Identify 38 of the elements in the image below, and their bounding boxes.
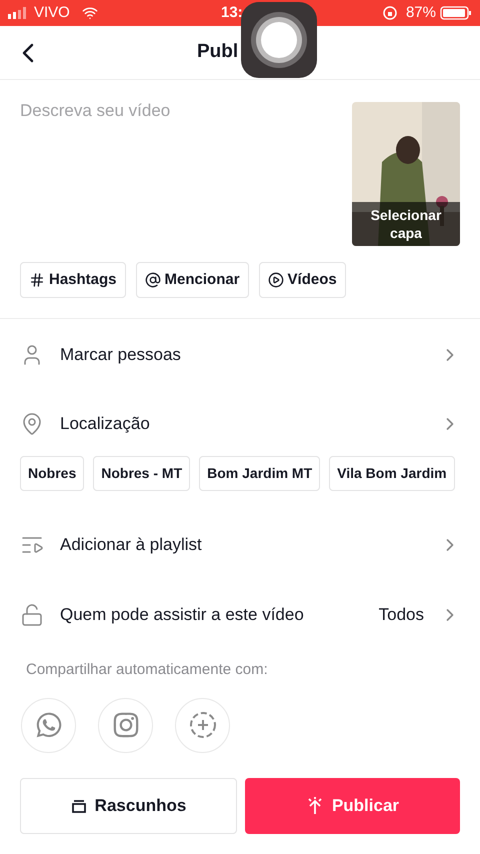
carrier-name: VIVO [34, 2, 70, 23]
location-chip[interactable]: Nobres - MT [93, 456, 190, 491]
battery-icon [440, 6, 472, 20]
lock-icon [20, 603, 44, 627]
share-label: Compartilhar automaticamente com: [25, 660, 269, 680]
location-chip[interactable]: Vila Bom Jardim [329, 456, 455, 491]
settings-row[interactable]: Adicionar à playlist [0, 521, 480, 569]
description-field[interactable]: Descreva seu vídeo [20, 98, 344, 124]
settings-row[interactable]: Quem pode assistir a este vídeo Todos [0, 591, 480, 639]
at-sign-icon [144, 272, 161, 288]
assistive-touch-button[interactable] [241, 2, 317, 78]
play-icon [268, 272, 284, 288]
settings-row[interactable]: Marcar pessoas [0, 331, 480, 379]
chat-bubble-icon[interactable] [34, 711, 62, 739]
publish-button[interactable]: Publicar [245, 778, 460, 834]
page-title: Publ [197, 40, 238, 64]
tray-icon [70, 798, 87, 814]
row-label: Marcar pessoas [60, 344, 182, 366]
upload-icon [306, 796, 324, 814]
hash-icon [29, 272, 45, 288]
tag-chip[interactable]: Hashtags [20, 262, 126, 298]
battery-percent: 87% [406, 2, 436, 23]
row-value: Todos [378, 604, 424, 626]
clock: 13: [221, 2, 243, 23]
location-chip[interactable]: Bom Jardim MT [199, 456, 320, 491]
wifi-icon [82, 5, 98, 21]
add-icon[interactable] [188, 711, 216, 739]
rotation-lock-icon [382, 5, 398, 21]
camera-icon[interactable] [112, 711, 140, 739]
row-label: Localização [60, 413, 151, 436]
settings-row[interactable]: Localização [0, 400, 480, 448]
row-label: Adicionar à playlist [60, 534, 203, 556]
tag-chip[interactable]: Mencionar [136, 262, 249, 298]
row-label: Quem pode assistir a este vídeo [60, 604, 305, 626]
tag-chip[interactable]: Vídeos [258, 262, 346, 298]
location-chip[interactable]: Nobres [20, 456, 84, 491]
drafts-button[interactable]: Rascunhos [20, 778, 237, 834]
cover-label[interactable]: Selecionar capa [352, 202, 460, 246]
